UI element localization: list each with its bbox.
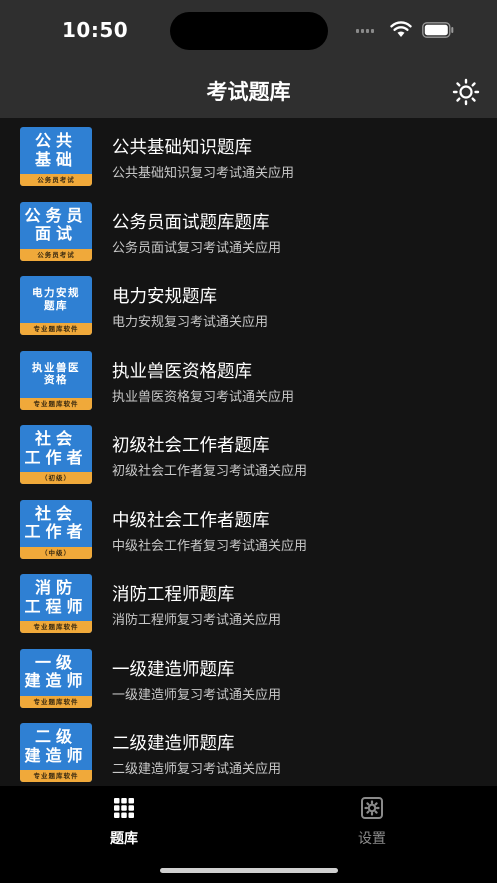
item-subtitle: 初级社会工作者复习考试通关应用 xyxy=(112,464,308,479)
page-title: 考试题库 xyxy=(206,80,291,104)
item-title: 公共基础知识题库 xyxy=(112,138,252,158)
list-item[interactable]: 公务员 面试 公务员考试 公务员面试题库题库 公务员面试复习考试通关应用 xyxy=(0,193,497,268)
cellular-signal-icon xyxy=(356,29,374,33)
app-icon-text-line: 消防 xyxy=(34,578,77,598)
app-icon: 二级 建造师 专业题库软件 xyxy=(20,723,92,782)
app-icon-text-line: 工作者 xyxy=(24,447,88,467)
app-icon-band: 公务员考试 xyxy=(20,174,92,186)
item-title: 消防工程师题库 xyxy=(112,585,235,605)
app-icon-text-line: 电力安规 xyxy=(32,287,80,300)
item-title: 初级社会工作者题库 xyxy=(112,436,270,456)
app-icon-text: 公共 基础 xyxy=(20,127,92,174)
app-icon-text: 公务员 面试 xyxy=(20,202,92,249)
dynamic-island xyxy=(170,12,328,50)
app-icon-text-line: 二级 xyxy=(34,727,77,747)
app-icon-text-line: 社会 xyxy=(34,429,77,449)
item-title: 二级建造师题库 xyxy=(112,734,235,754)
app-icon-text-line: 基础 xyxy=(34,149,77,169)
app-icon-text: 电力安规 题库 xyxy=(20,276,92,323)
tab-question-bank-label: 题库 xyxy=(110,831,138,847)
tab-settings[interactable]: 设置 xyxy=(332,796,412,848)
item-title: 中级社会工作者题库 xyxy=(112,510,270,531)
item-subtitle: 一级建造师复习考试通关应用 xyxy=(112,687,282,703)
list-item[interactable]: 执业兽医 资格 专业题库软件 执业兽医资格题库 执业兽医资格复习考试通关应用 xyxy=(0,342,497,417)
app-icon-text-line: 一级 xyxy=(34,652,77,672)
app-icon-text-line: 资格 xyxy=(44,374,68,386)
list-item[interactable]: 公共 基础 公务员考试 公共基础知识题库 公共基础知识复习考试通关应用 xyxy=(0,118,497,193)
app-icon-text-line: 建造师 xyxy=(24,745,88,765)
wifi-icon xyxy=(390,21,412,37)
app-icon-text: 消防 工程师 xyxy=(20,574,92,621)
app-icon-text-line: 执业兽医 xyxy=(32,361,80,374)
list-item[interactable]: 二级 建造师 专业题库软件 二级建造师题库 二级建造师复习考试通关应用 xyxy=(0,714,497,786)
app-icon: 执业兽医 资格 专业题库软件 xyxy=(20,350,92,410)
app-icon-text-line: 工作者 xyxy=(24,522,88,541)
app-icon-band: 专业题库软件 xyxy=(20,770,92,782)
list-item[interactable]: 消防 工程师 专业题库软件 消防工程师题库 消防工程师复习考试通关应用 xyxy=(0,565,497,640)
item-subtitle: 中级社会工作者复习考试通关应用 xyxy=(112,538,308,554)
app-icon-text-line: 社会 xyxy=(34,503,77,523)
item-subtitle: 公务员面试复习考试通关应用 xyxy=(112,240,282,256)
item-subtitle: 二级建造师复习考试通关应用 xyxy=(112,762,282,777)
battery-icon xyxy=(422,22,454,38)
app-icon: 公共 基础 公务员考试 xyxy=(20,127,92,186)
status-bar: 10:50 xyxy=(0,0,497,64)
tab-settings-label: 设置 xyxy=(358,831,386,847)
app-icon: 社会 工作者 （初级） xyxy=(20,425,92,484)
list-item[interactable]: 电力安规 题库 专业题库软件 电力安规题库 电力安规复习考试通关应用 xyxy=(0,267,497,342)
list-item[interactable]: 社会 工作者 （初级） 初级社会工作者题库 初级社会工作者复习考试通关应用 xyxy=(0,416,497,491)
app-icon-text-line: 题库 xyxy=(44,299,68,312)
home-indicator xyxy=(160,868,338,873)
item-title: 电力安规题库 xyxy=(112,287,217,307)
item-title: 公务员面试题库题库 xyxy=(112,212,270,233)
item-title: 一级建造师题库 xyxy=(112,659,235,680)
app-icon-band: 专业题库软件 xyxy=(20,397,92,410)
status-time: 10:50 xyxy=(62,18,129,42)
question-bank-list[interactable]: 公共 基础 公务员考试 公共基础知识题库 公共基础知识复习考试通关应用 公务员 面试… xyxy=(0,118,497,786)
app-icon-text: 二级 建造师 xyxy=(20,723,92,770)
app-icon-band: 专业题库软件 xyxy=(20,695,92,708)
app-icon: 社会 工作者 （中级） xyxy=(20,499,92,559)
app-icon-band: 专业题库软件 xyxy=(20,621,92,633)
item-subtitle: 电力安规复习考试通关应用 xyxy=(112,315,269,330)
app-icon-text: 社会 工作者 xyxy=(20,425,92,472)
app-icon-text-line: 面试 xyxy=(34,224,77,243)
app-icon-text: 一级 建造师 xyxy=(20,649,92,696)
app-icon: 公务员 面试 公务员考试 xyxy=(20,201,92,261)
item-subtitle: 执业兽医资格复习考试通关应用 xyxy=(112,389,295,405)
app-icon: 消防 工程师 专业题库软件 xyxy=(20,574,92,633)
app-icon-text-line: 公共 xyxy=(34,131,77,151)
nav-bar: 考试题库 xyxy=(0,64,497,118)
tab-question-bank[interactable]: 题库 xyxy=(84,796,164,848)
list-item[interactable]: 社会 工作者 （中级） 中级社会工作者题库 中级社会工作者复习考试通关应用 xyxy=(0,491,497,566)
app-icon-text-line: 工程师 xyxy=(24,596,88,616)
settings-icon xyxy=(361,797,383,819)
item-title: 执业兽医资格题库 xyxy=(112,361,252,382)
app-icon-text: 社会 工作者 xyxy=(20,500,92,547)
list-item[interactable]: 一级 建造师 专业题库软件 一级建造师题库 一级建造师复习考试通关应用 xyxy=(0,640,497,715)
sun-icon xyxy=(452,78,480,106)
app-icon-band: 公务员考试 xyxy=(20,248,92,261)
item-subtitle: 公共基础知识复习考试通关应用 xyxy=(112,166,295,181)
app-icon-text-line: 公务员 xyxy=(24,205,88,225)
app-icon-band: 专业题库软件 xyxy=(20,323,92,335)
app-icon: 一级 建造师 专业题库软件 xyxy=(20,648,92,708)
app-icon: 电力安规 题库 专业题库软件 xyxy=(20,276,92,335)
app-icon-band: （初级） xyxy=(20,472,92,484)
app-icon-text-line: 建造师 xyxy=(24,671,88,690)
item-subtitle: 消防工程师复习考试通关应用 xyxy=(112,613,282,628)
app-icon-text: 执业兽医 资格 xyxy=(20,351,92,398)
grid-icon xyxy=(114,798,134,818)
theme-toggle-button[interactable] xyxy=(450,76,482,108)
app-icon-band: （中级） xyxy=(20,546,92,559)
